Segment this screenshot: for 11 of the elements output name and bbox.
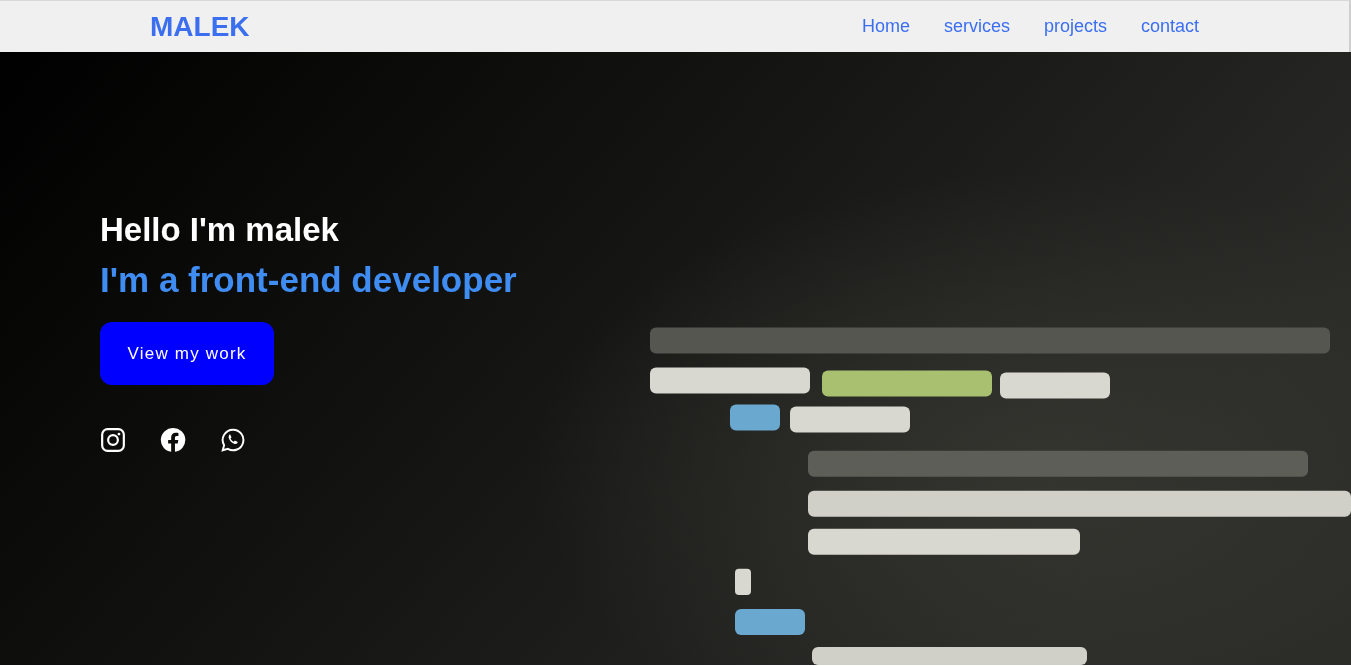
nav-link[interactable]: projects xyxy=(1043,16,1107,37)
logo-link[interactable]: MALEK xyxy=(150,10,250,43)
role-heading: I'm a front-end developer xyxy=(100,259,517,301)
view-work-button[interactable]: View my work xyxy=(100,322,274,385)
nav-link[interactable]: contact xyxy=(1140,16,1199,37)
phone-bubble-icon[interactable] xyxy=(220,427,246,453)
greeting-heading: Hello I'm malek xyxy=(100,210,339,250)
facebook-icon[interactable] xyxy=(160,427,186,453)
nav-link[interactable]: services xyxy=(943,16,1010,37)
nav-link[interactable]: Home xyxy=(861,16,910,37)
camera-icon[interactable] xyxy=(100,427,126,453)
